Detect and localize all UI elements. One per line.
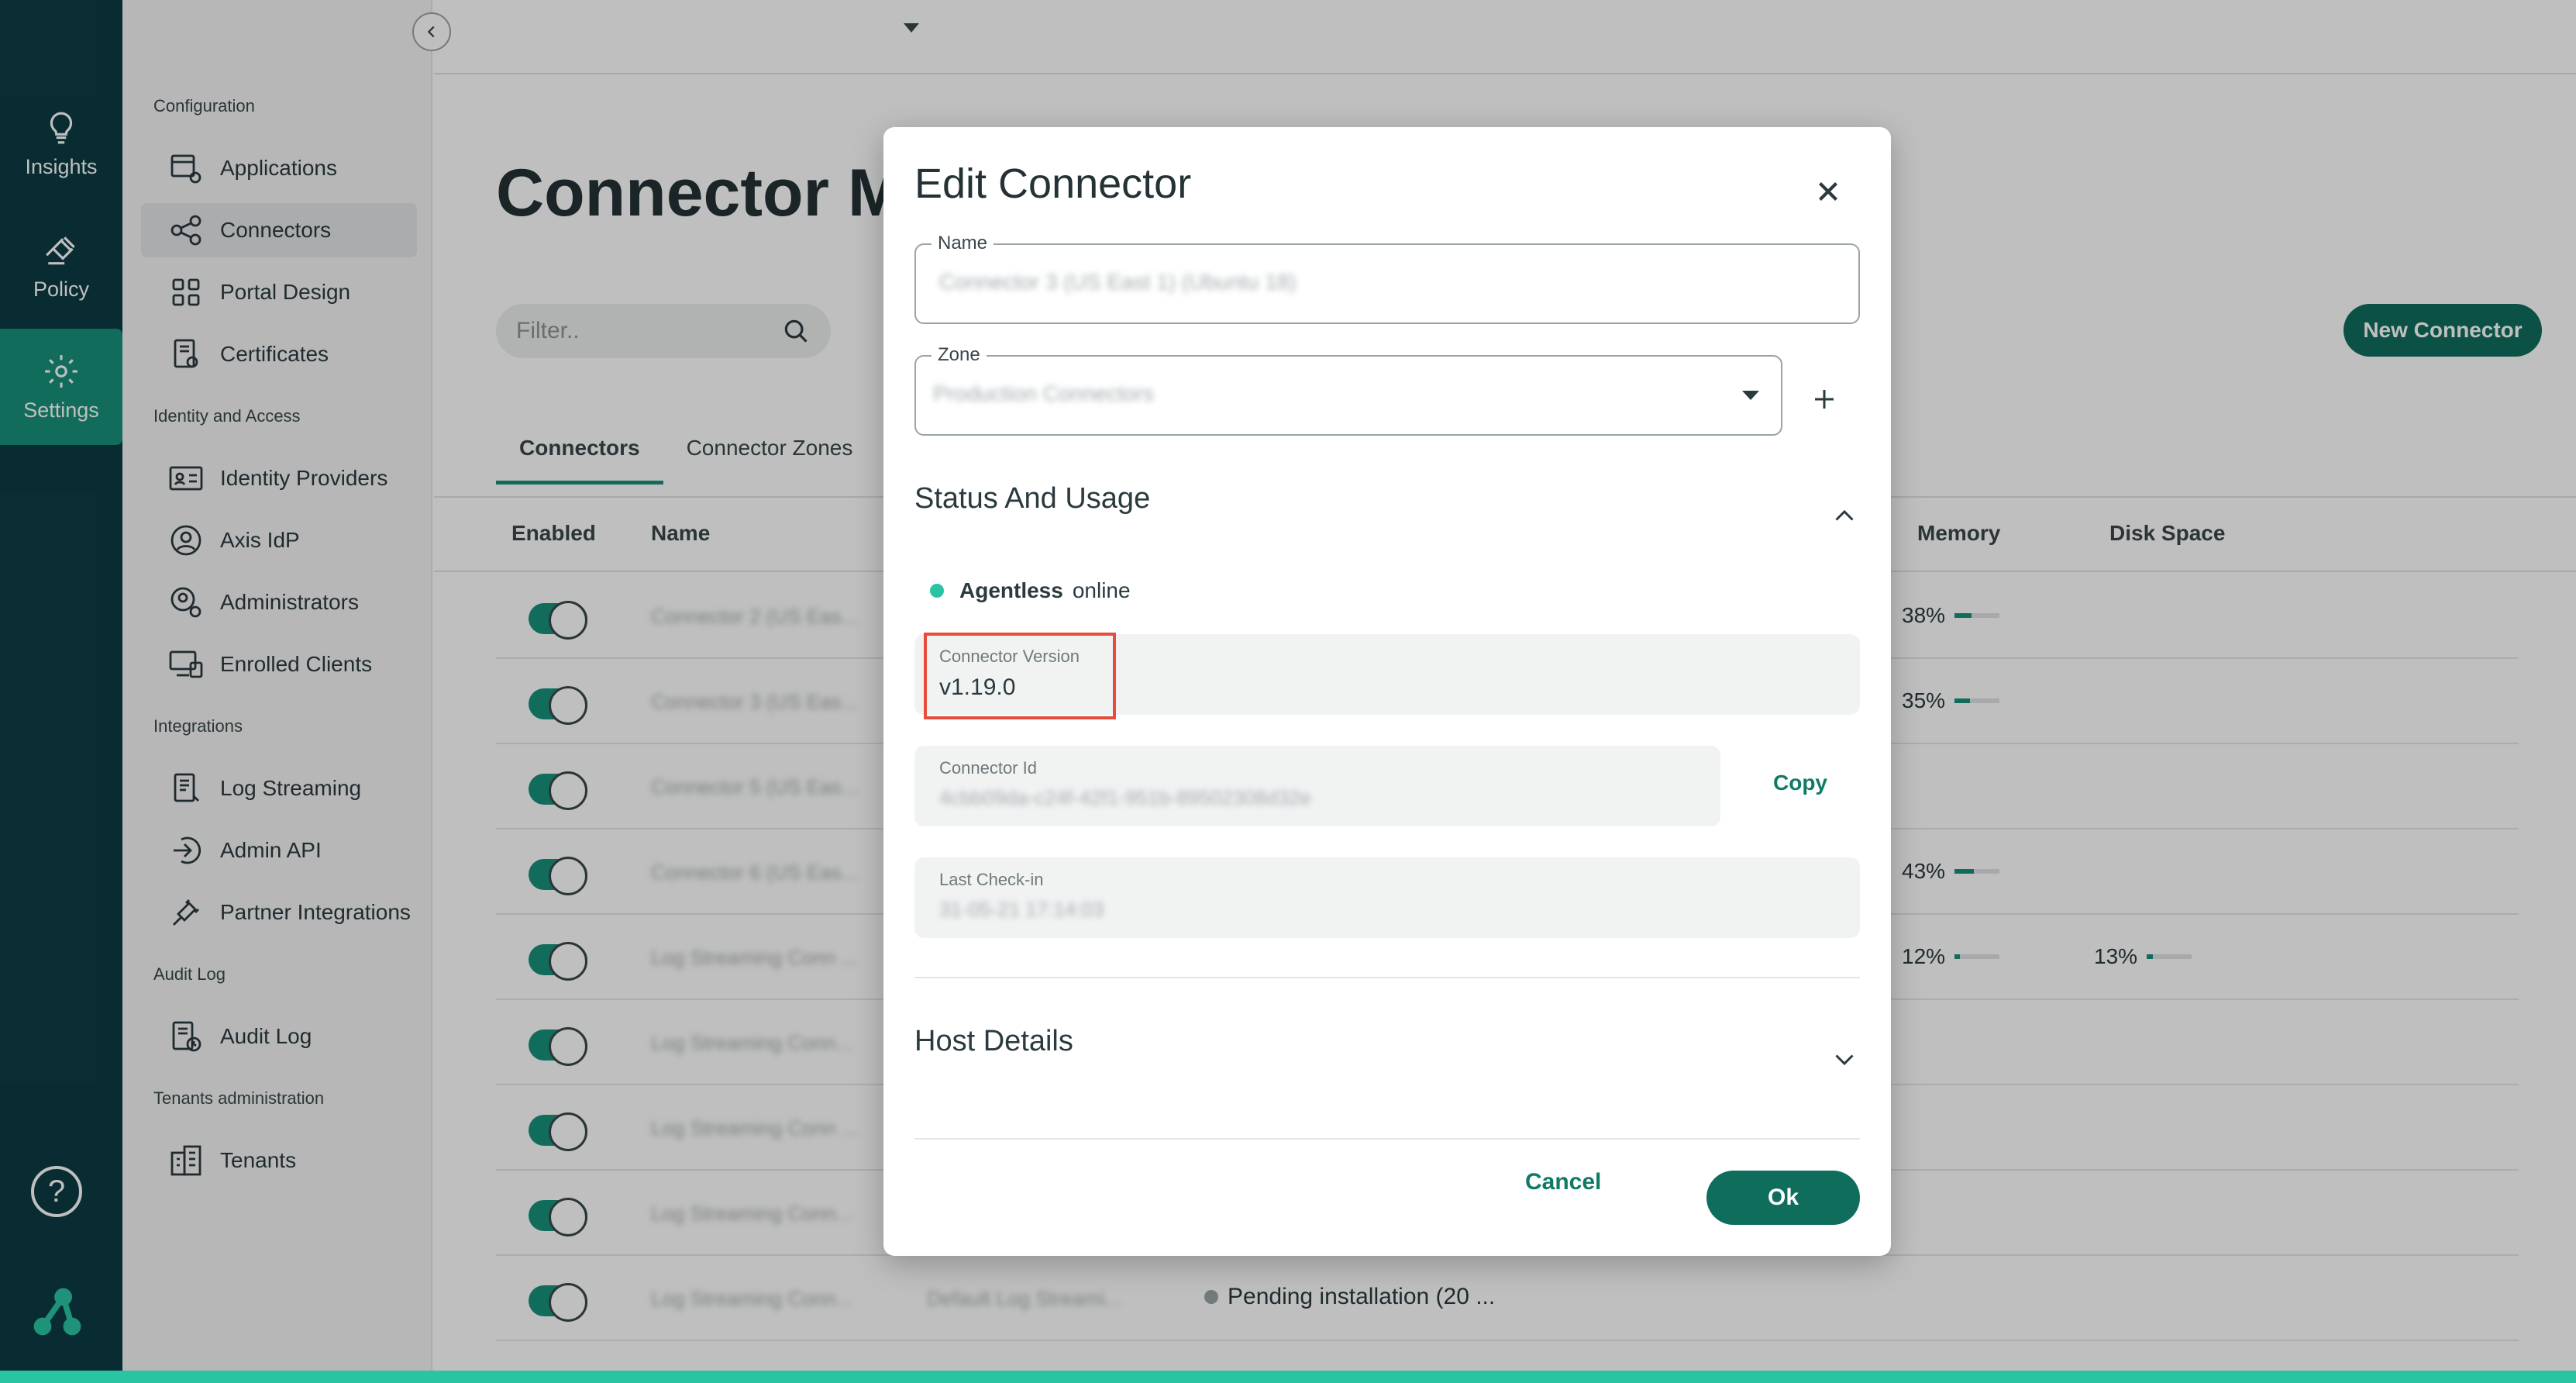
name-field[interactable]: Name Connector 3 (US East 1) (Ubuntu 18) <box>914 233 1860 324</box>
add-zone-button[interactable] <box>1810 380 1838 422</box>
zone-field-label: Zone <box>932 344 987 366</box>
name-field-value[interactable]: Connector 3 (US East 1) (Ubuntu 18) <box>939 270 1297 295</box>
chevron-up-icon[interactable] <box>1830 502 1858 530</box>
divider <box>914 977 1860 978</box>
caret-down-icon[interactable] <box>1742 391 1759 400</box>
status-state: online <box>1072 578 1131 602</box>
close-icon[interactable] <box>1812 175 1844 208</box>
copy-id-button[interactable]: Copy <box>1773 771 1827 795</box>
status-type: Agentless <box>959 578 1063 602</box>
status-usage-section-title[interactable]: Status And Usage <box>914 482 1150 516</box>
host-details-section-title[interactable]: Host Details <box>914 1025 1073 1058</box>
last-checkin-label: Last Check-in <box>939 870 1044 889</box>
last-checkin-box: Last Check-in 31-05-21 17:14:03 <box>914 857 1860 938</box>
ok-button[interactable]: Ok <box>1706 1171 1860 1225</box>
connector-id-box: Connector Id 4cbb09da-c24f-42f1-951b-895… <box>914 746 1720 826</box>
edit-connector-dialog: Edit Connector Name Connector 3 (US East… <box>883 127 1891 1256</box>
name-field-label: Name <box>932 233 994 254</box>
chevron-down-icon[interactable] <box>1830 1045 1858 1073</box>
connector-status: Agentless online <box>930 578 1131 603</box>
bottom-status-strip <box>0 1371 2576 1383</box>
plus-icon <box>1815 390 1834 409</box>
connector-id-value: 4cbb09da-c24f-42f1-951b-89502308d32e <box>939 786 1311 809</box>
zone-select[interactable]: Zone Production Connectors <box>914 344 1782 436</box>
last-checkin-value: 31-05-21 17:14:03 <box>939 898 1104 921</box>
cancel-button[interactable]: Cancel <box>1525 1169 1601 1195</box>
status-dot-icon <box>930 584 944 598</box>
connector-id-label: Connector Id <box>939 758 1037 778</box>
zone-select-value[interactable]: Production Connectors <box>933 381 1154 406</box>
version-highlight-box <box>924 633 1116 719</box>
divider <box>914 1138 1860 1140</box>
dialog-title: Edit Connector <box>914 160 1192 207</box>
